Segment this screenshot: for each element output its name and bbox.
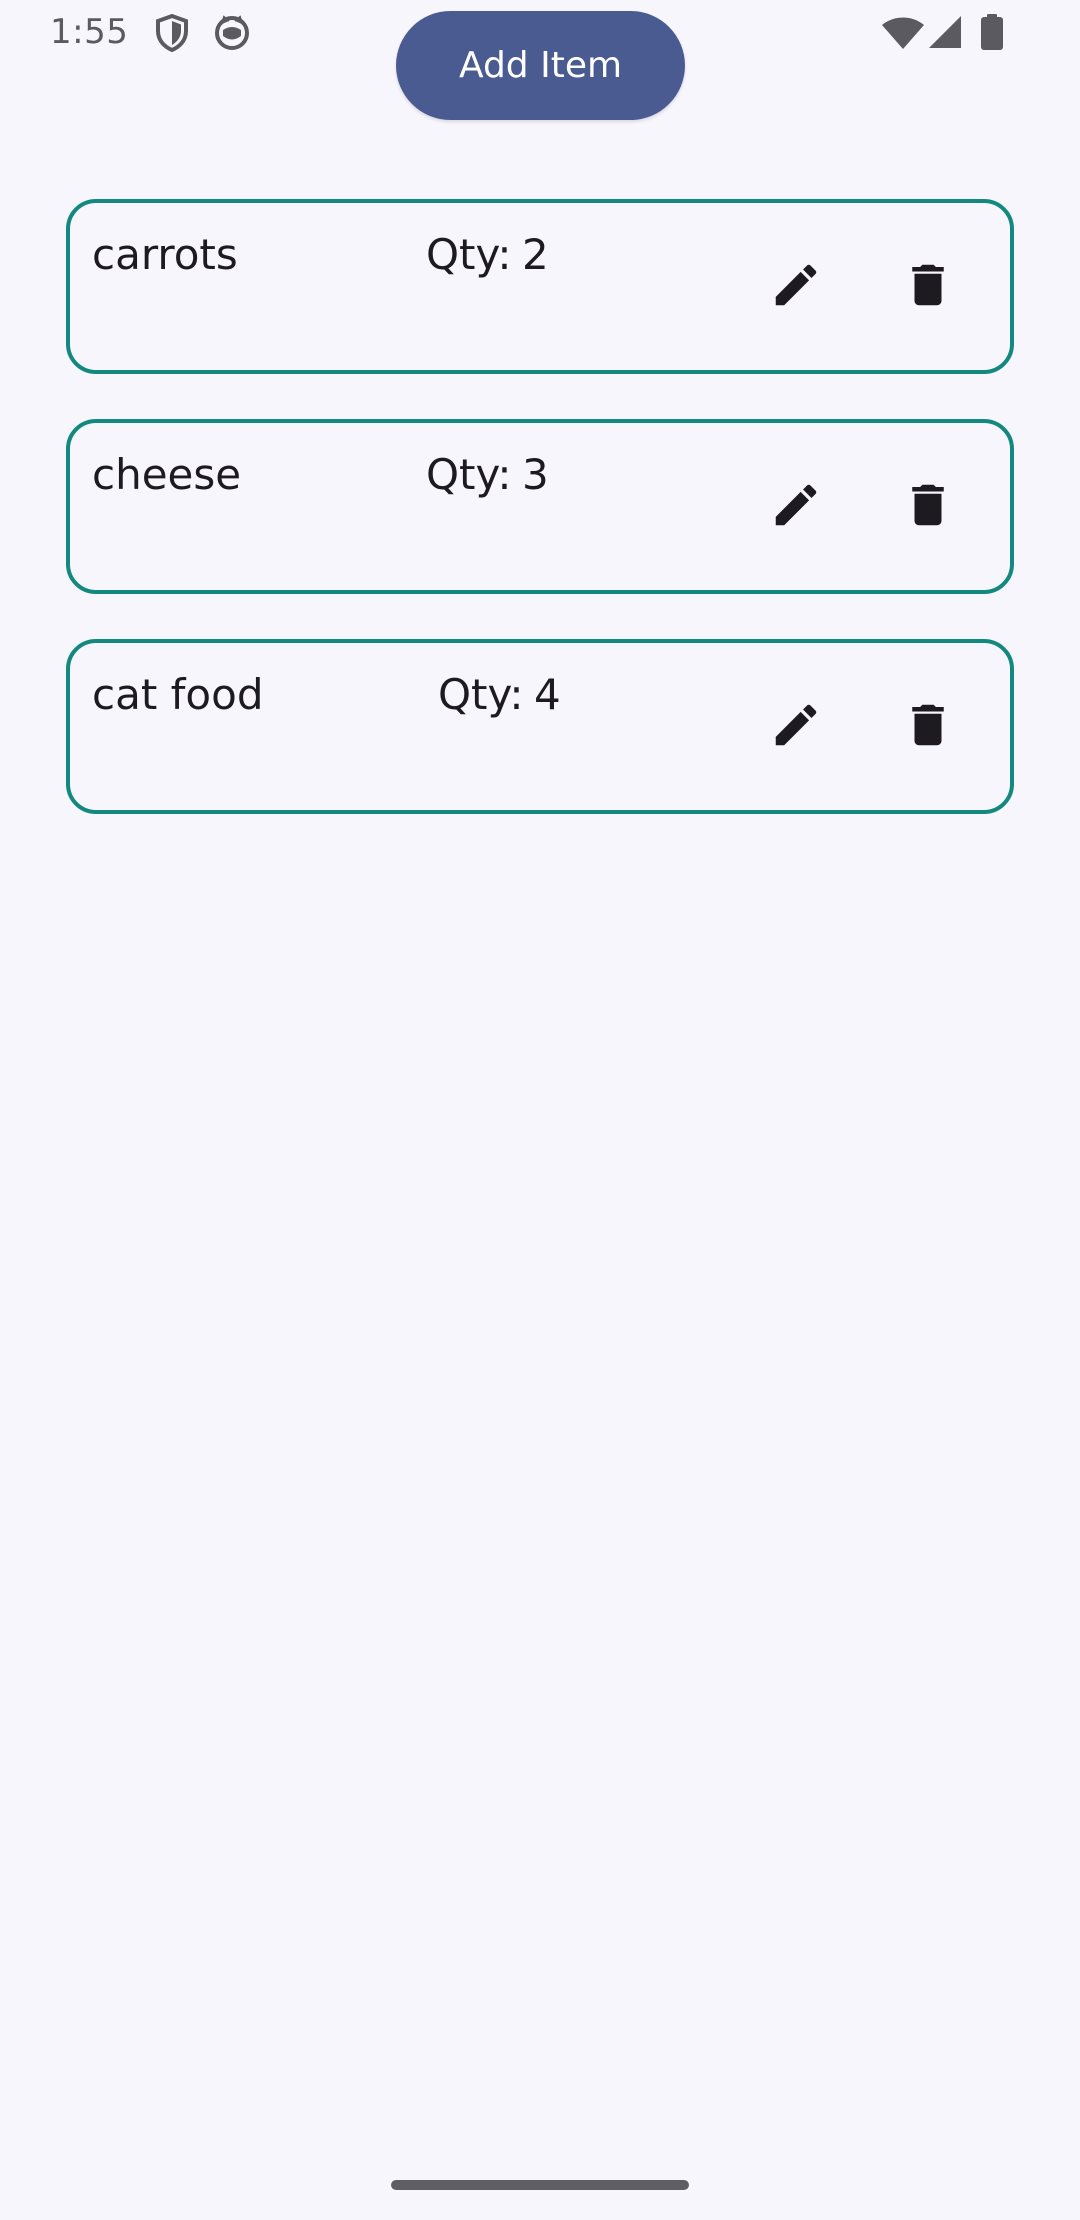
shield-icon xyxy=(156,14,188,52)
wifi-icon xyxy=(882,17,924,49)
quantity-label: Qty: xyxy=(438,670,524,719)
quantity-label: Qty: xyxy=(426,230,512,279)
quantity-value: 4 xyxy=(533,670,561,719)
delete-button[interactable] xyxy=(896,253,960,317)
battery-icon xyxy=(981,14,1003,50)
item-name: carrots xyxy=(92,230,238,279)
item-card: cat food Qty: 4 xyxy=(66,639,1014,814)
item-name: cat food xyxy=(92,670,264,719)
quantity-label: Qty: xyxy=(426,450,512,499)
pencil-icon xyxy=(775,484,817,526)
delete-button[interactable] xyxy=(896,693,960,757)
trash-icon xyxy=(912,264,944,306)
quantity-value: 2 xyxy=(521,230,549,279)
item-name: cheese xyxy=(92,450,242,499)
item-quantity: Qty: 3 xyxy=(426,450,549,499)
item-list: carrots Qty: 2 cheese Qty: 3 cat food Qt… xyxy=(66,199,1014,859)
delete-button[interactable] xyxy=(896,473,960,537)
quantity-value: 3 xyxy=(521,450,549,499)
cell-signal-icon xyxy=(929,16,961,48)
add-item-button[interactable]: Add Item xyxy=(396,11,685,120)
cat-face-icon xyxy=(215,15,249,50)
item-card: carrots Qty: 2 xyxy=(66,199,1014,374)
status-time: 1:55 xyxy=(50,12,129,52)
item-quantity: Qty: 4 xyxy=(438,670,561,719)
trash-icon xyxy=(912,704,944,746)
item-quantity: Qty: 2 xyxy=(426,230,549,279)
pencil-icon xyxy=(775,264,817,306)
gesture-nav-handle[interactable] xyxy=(391,2180,689,2190)
item-card: cheese Qty: 3 xyxy=(66,419,1014,594)
trash-icon xyxy=(912,484,944,526)
pencil-icon xyxy=(775,704,817,746)
edit-button[interactable] xyxy=(764,473,828,537)
edit-button[interactable] xyxy=(764,693,828,757)
edit-button[interactable] xyxy=(764,253,828,317)
